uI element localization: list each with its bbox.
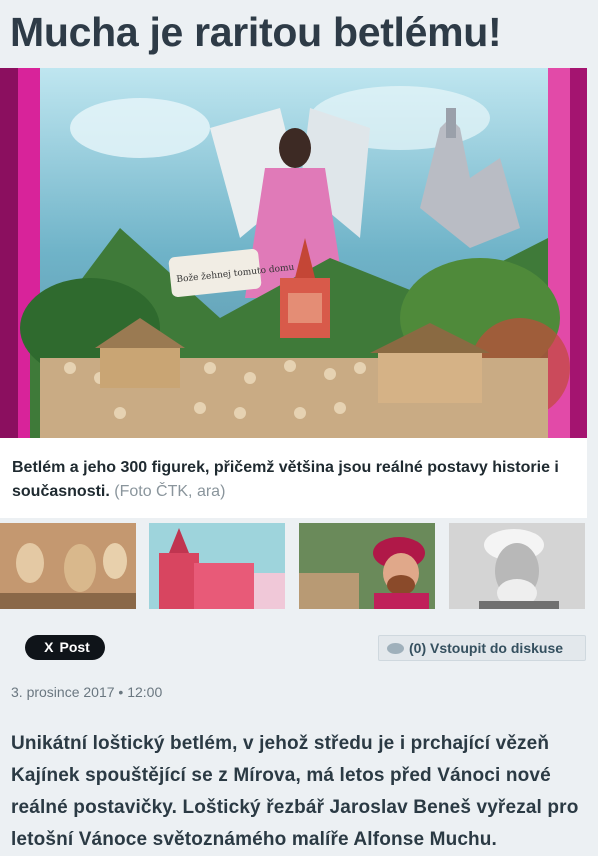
post-button[interactable]: X Post	[25, 635, 105, 660]
photo-caption: Betlém a jeho 300 figurek, přičemž větši…	[0, 438, 587, 518]
caption-text: Betlém a jeho 300 figurek, přičemž větši…	[12, 459, 559, 500]
post-button-label: Post	[59, 639, 90, 655]
discussion-label: (0) Vstoupit do diskuse	[409, 640, 564, 656]
x-logo-icon: X	[44, 639, 54, 655]
caption-credit: (Foto ČTK, ara)	[114, 483, 226, 500]
article-lead: Unikátní loštický betlém, v jehož středu…	[11, 733, 579, 850]
thumbnail-2[interactable]	[149, 523, 285, 609]
thumbnail-4[interactable]	[449, 523, 585, 609]
publish-date: 3. prosince 2017 • 12:00	[11, 684, 163, 700]
speech-bubble-icon	[387, 643, 404, 654]
thumbnail-1[interactable]	[0, 523, 136, 609]
thumbnail-3[interactable]	[299, 523, 435, 609]
article-title: Mucha je raritou betlému!	[10, 9, 502, 55]
discussion-button[interactable]: (0) Vstoupit do diskuse	[378, 635, 586, 661]
thumbnail-gallery	[0, 523, 598, 609]
main-photo[interactable]: Bože žehnej tomuto domu	[0, 68, 587, 438]
